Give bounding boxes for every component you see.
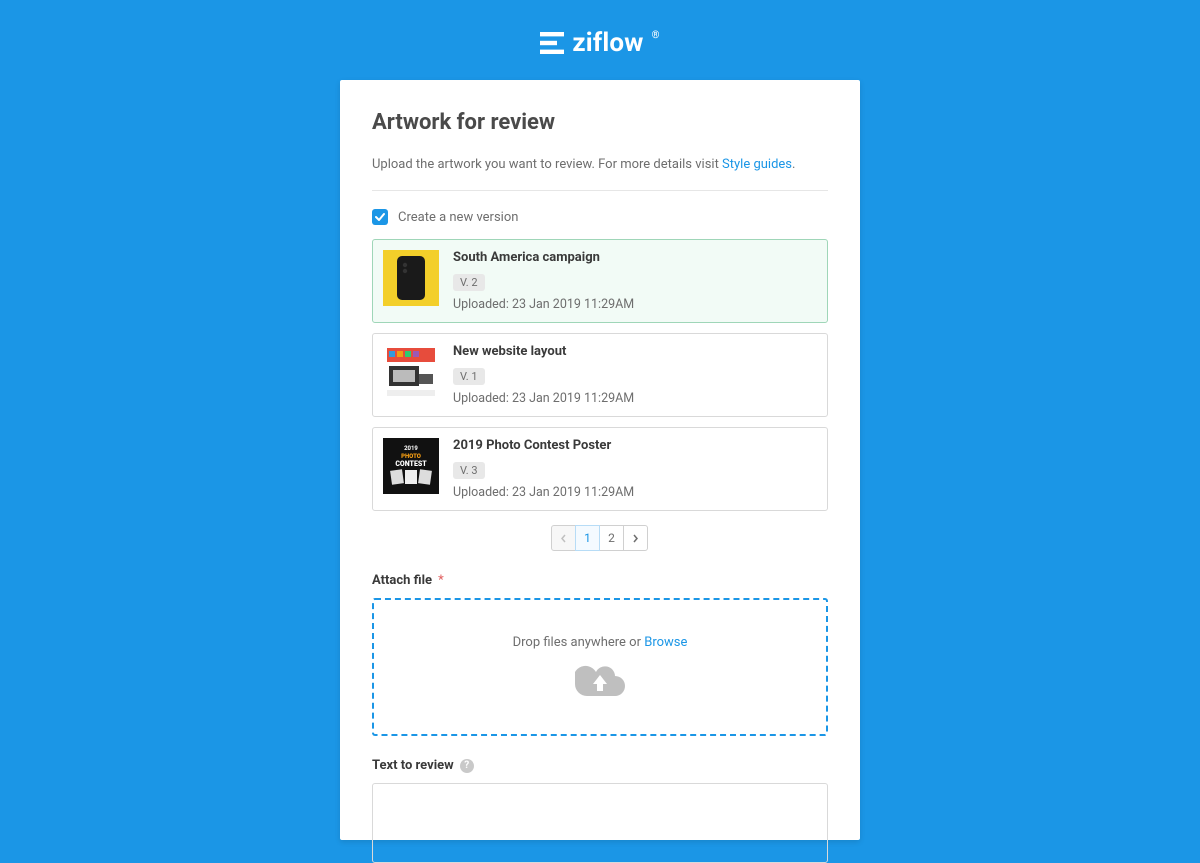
artwork-body: 2019 Photo Contest Poster V. 3 Uploaded:… [453,438,634,500]
chevron-right-icon [632,534,639,543]
text-review-input[interactable] [372,783,828,863]
dropzone-text: Drop files anywhere or Browse [513,635,688,650]
uploaded-text: Uploaded: 23 Jan 2019 11:29AM [453,391,634,406]
version-badge: V. 3 [453,462,485,479]
artwork-body: South America campaign V. 2 Uploaded: 23… [453,250,634,312]
brand-logo: ziflow ® [540,28,659,58]
pagination-page[interactable]: 2 [599,525,624,551]
artwork-item[interactable]: South America campaign V. 2 Uploaded: 23… [372,239,828,323]
pagination-page[interactable]: 1 [575,525,600,551]
pagination: 1 2 [372,525,828,551]
style-guides-link[interactable]: Style guides [722,157,792,172]
browse-link[interactable]: Browse [644,635,687,650]
attach-file-label: Attach file * [372,573,828,588]
uploaded-text: Uploaded: 23 Jan 2019 11:29AM [453,485,634,500]
ziflow-logo-icon [540,32,564,54]
pagination-prev[interactable] [551,525,576,551]
intro-text: Upload the artwork you want to review. F… [372,157,828,191]
artwork-thumbnail: 2019 PHOTO CONTEST [383,438,439,494]
artwork-item[interactable]: 2019 PHOTO CONTEST 2019 Photo Contest Po… [372,427,828,511]
artwork-title: 2019 Photo Contest Poster [453,438,634,453]
svg-text:CONTEST: CONTEST [395,460,427,468]
cloud-upload-icon [575,662,625,700]
version-badge: V. 1 [453,368,485,385]
required-marker: * [438,573,444,588]
pagination-next[interactable] [623,525,648,551]
text-review-label: Text to review ? [372,758,828,773]
artwork-item[interactable]: New website layout V. 1 Uploaded: 23 Jan… [372,333,828,417]
chevron-left-icon [560,534,567,543]
registered-mark: ® [652,30,660,41]
uploaded-text: Uploaded: 23 Jan 2019 11:29AM [453,297,634,312]
svg-text:2019: 2019 [404,445,418,452]
artwork-body: New website layout V. 1 Uploaded: 23 Jan… [453,344,634,406]
version-badge: V. 2 [453,274,485,291]
file-dropzone[interactable]: Drop files anywhere or Browse [372,598,828,736]
artwork-title: South America campaign [453,250,634,265]
form-card: Artwork for review Upload the artwork yo… [340,80,860,840]
create-version-label: Create a new version [398,210,518,225]
page-title: Artwork for review [372,110,828,135]
create-version-row[interactable]: Create a new version [372,209,828,225]
check-icon [375,212,385,222]
svg-text:PHOTO: PHOTO [401,453,421,460]
create-version-checkbox[interactable] [372,209,388,225]
help-icon[interactable]: ? [460,759,474,773]
artwork-thumbnail [383,344,439,400]
brand-name: ziflow [572,28,643,58]
artwork-title: New website layout [453,344,634,359]
artwork-thumbnail [383,250,439,306]
